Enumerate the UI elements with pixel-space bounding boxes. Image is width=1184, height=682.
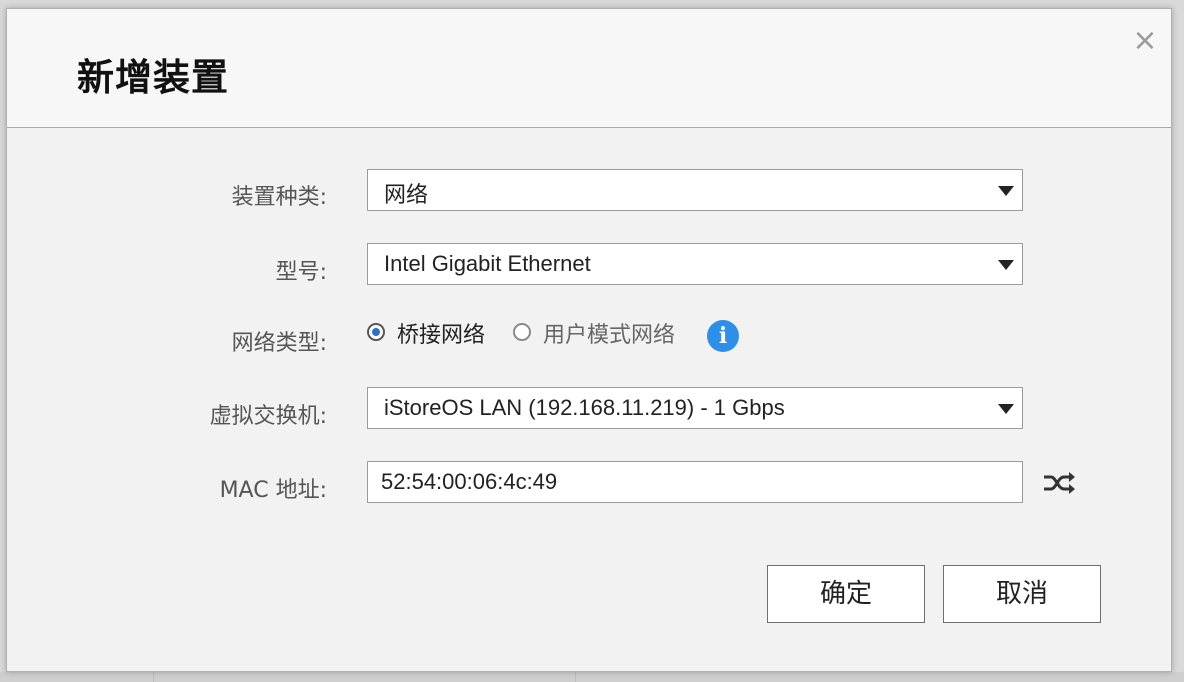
- dialog-header: 新增装置 ×: [7, 9, 1171, 128]
- background-divider: [153, 672, 154, 682]
- background-app: [0, 672, 1184, 682]
- network-type-label: 网络类型:: [231, 331, 327, 356]
- shuffle-icon[interactable]: [1042, 470, 1076, 496]
- radio-button-checked[interactable]: [367, 323, 385, 341]
- model-select[interactable]: Intel Gigabit Ethernet: [367, 243, 1023, 285]
- device-type-select[interactable]: 网络: [367, 169, 1023, 211]
- add-device-dialog: 新增装置 × 装置种类: 网络 型号: Intel Gigabit Ethern…: [6, 8, 1172, 672]
- radio-label-bridged: 桥接网络: [397, 323, 486, 348]
- info-icon[interactable]: i: [707, 320, 739, 352]
- mac-address-field[interactable]: 52:54:00:06:4c:49: [367, 461, 1023, 503]
- virtual-switch-label: 虚拟交换机:: [209, 404, 327, 429]
- device-type-label: 装置种类:: [231, 185, 327, 210]
- mac-address-label: MAC 地址:: [219, 478, 327, 503]
- cancel-button[interactable]: 取消: [943, 565, 1101, 623]
- caret-down-icon: [998, 404, 1014, 414]
- background-divider: [575, 672, 576, 682]
- radio-button-unchecked[interactable]: [513, 323, 531, 341]
- close-icon[interactable]: ×: [1127, 23, 1163, 59]
- device-type-value: 网络: [384, 182, 429, 207]
- radio-label-user-mode: 用户模式网络: [543, 323, 676, 348]
- model-value: Intel Gigabit Ethernet: [384, 251, 591, 276]
- dialog-title: 新增装置: [77, 56, 229, 99]
- virtual-switch-select[interactable]: iStoreOS LAN (192.168.11.219) - 1 Gbps: [367, 387, 1023, 429]
- model-label: 型号:: [275, 260, 327, 285]
- virtual-switch-value: iStoreOS LAN (192.168.11.219) - 1 Gbps: [384, 395, 785, 420]
- caret-down-icon: [998, 260, 1014, 270]
- ok-button[interactable]: 确定: [767, 565, 925, 623]
- caret-down-icon: [998, 186, 1014, 196]
- mac-address-value: 52:54:00:06:4c:49: [381, 469, 558, 494]
